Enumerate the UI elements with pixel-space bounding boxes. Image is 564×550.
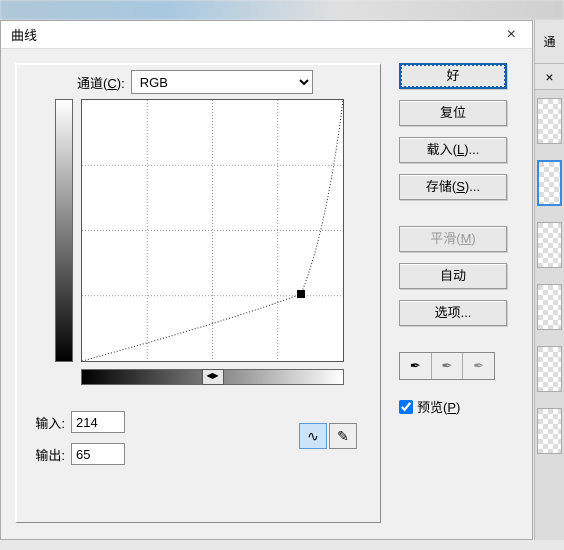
- right-buttons: 好 复位 载入(L)... 存储(S)... 平滑(M) 自动 选项... ✒ …: [399, 63, 507, 529]
- input-value-field[interactable]: [71, 411, 125, 433]
- dialog-title: 曲线: [11, 25, 37, 44]
- swatch-5[interactable]: [537, 346, 562, 392]
- pencil-icon: ✎: [337, 428, 349, 445]
- smooth-button: 平滑(M): [399, 226, 507, 252]
- auto-button[interactable]: 自动: [399, 263, 507, 289]
- eyedropper-black[interactable]: ✒: [400, 353, 432, 379]
- reset-button[interactable]: 复位: [399, 100, 507, 126]
- eyedropper-icon: ✒: [410, 358, 421, 374]
- swatch-6[interactable]: [537, 408, 562, 454]
- swatch-3[interactable]: [537, 222, 562, 268]
- curve-point-selected[interactable]: [297, 290, 305, 298]
- swatch-1[interactable]: [537, 98, 562, 144]
- options-button[interactable]: 选项...: [399, 300, 507, 326]
- curve-group: 通道(C): RGB: [15, 63, 381, 523]
- ok-button[interactable]: 好: [399, 63, 507, 89]
- background-swatches: 通 ×: [534, 20, 564, 540]
- eyedropper-gray[interactable]: ✒: [432, 353, 464, 379]
- input-label: 输入:: [21, 413, 65, 432]
- eyedropper-group: ✒ ✒ ✒: [399, 352, 495, 380]
- gradient-handle[interactable]: ◀▶: [202, 369, 224, 385]
- channel-row: 通道(C): RGB: [71, 70, 319, 94]
- preview-label[interactable]: 预览(P): [417, 397, 460, 416]
- swatch-2[interactable]: [537, 160, 562, 206]
- input-gradient-bar[interactable]: ◀▶: [81, 369, 344, 385]
- close-x-bg[interactable]: ×: [545, 69, 553, 85]
- channel-select[interactable]: RGB: [131, 70, 313, 94]
- curve-icon: ∿: [307, 428, 319, 445]
- channel-label: 通道(C):: [77, 73, 125, 92]
- swatch-4[interactable]: [537, 284, 562, 330]
- bg-button-partial[interactable]: 通: [543, 33, 555, 50]
- save-button[interactable]: 存储(S)...: [399, 174, 507, 200]
- load-button[interactable]: 载入(L)...: [399, 137, 507, 163]
- output-label: 输出:: [21, 445, 65, 464]
- eyedropper-white[interactable]: ✒: [463, 353, 494, 379]
- curve-mode-button[interactable]: ∿: [299, 423, 327, 449]
- curve-canvas[interactable]: [81, 99, 344, 362]
- pencil-mode-button[interactable]: ✎: [329, 423, 357, 449]
- titlebar: 曲线 ×: [1, 21, 532, 49]
- output-value-field[interactable]: [71, 443, 125, 465]
- eyedropper-icon: ✒: [442, 358, 453, 374]
- output-gradient-bar: [55, 99, 73, 362]
- close-button[interactable]: ×: [501, 26, 522, 44]
- curves-dialog: 曲线 × 通道(C): RGB: [0, 20, 533, 540]
- eyedropper-icon: ✒: [473, 358, 484, 374]
- preview-checkbox[interactable]: [399, 400, 413, 414]
